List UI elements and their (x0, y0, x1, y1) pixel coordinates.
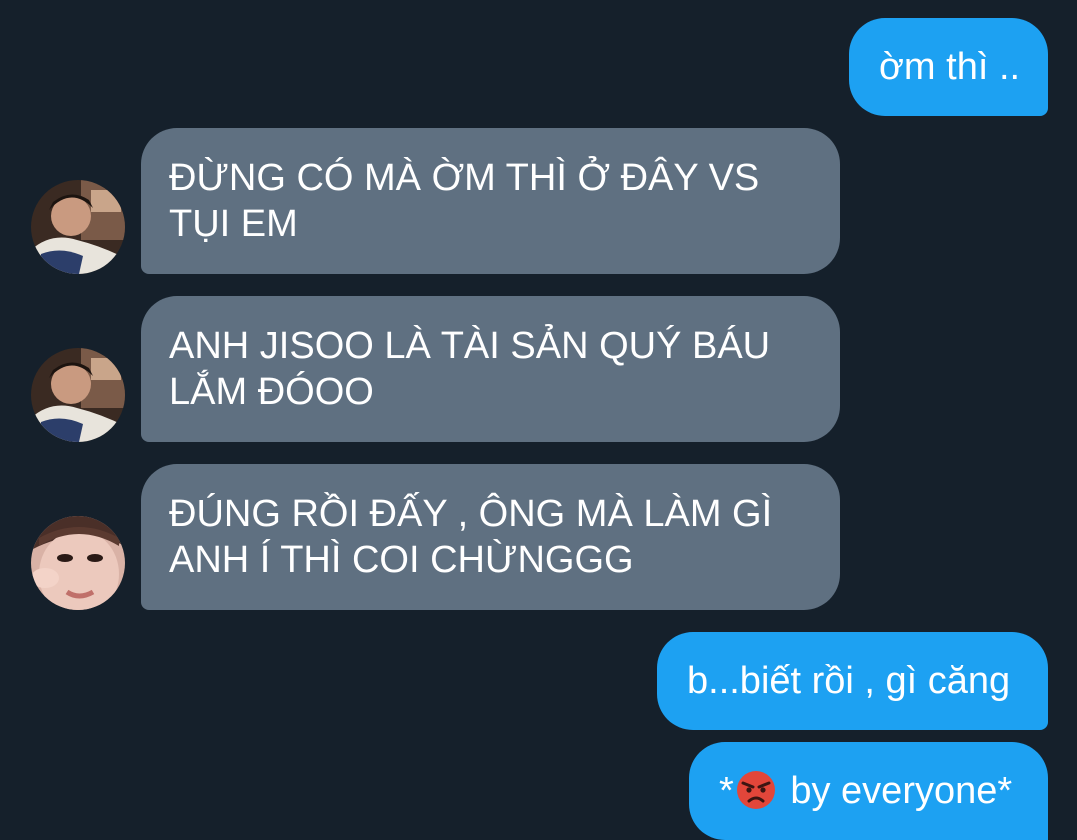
message-text: ĐỪNG CÓ MÀ ỜM THÌ Ở ĐÂY VS TỤI EM (169, 157, 760, 245)
received-message-bubble[interactable]: ĐỪNG CÓ MÀ ỜM THÌ Ở ĐÂY VS TỤI EM (141, 128, 840, 274)
sent-message-bubble[interactable]: b...biết rồi , gì căng (657, 632, 1048, 730)
sent-message-bubble[interactable]: * by everyone* (689, 742, 1048, 840)
avatar[interactable] (31, 180, 125, 274)
received-message-bubble[interactable]: ANH JISOO LÀ TÀI SẢN QUÝ BÁU LẮM ĐÓOO (141, 296, 840, 442)
message-text: ANH JISOO LÀ TÀI SẢN QUÝ BÁU LẮM ĐÓOO (169, 325, 771, 413)
message-text: ờm thì .. (879, 46, 1021, 88)
avatar-photo-icon (31, 180, 125, 274)
message-text: * by everyone* (719, 768, 1012, 814)
message-text: ĐÚNG RỒI ĐẤY , ÔNG MÀ LÀM GÌ ANH Í THÌ C… (169, 493, 773, 581)
message-text-suffix: by everyone* (779, 770, 1013, 812)
angry-face-emoji-icon (736, 771, 775, 809)
sent-message-bubble[interactable]: ờm thì .. (849, 18, 1048, 116)
avatar-photo-icon (31, 348, 125, 442)
chat-screen: { "colors": { "background": "#15202b", "… (0, 0, 1077, 840)
message-text-prefix: * (719, 770, 734, 812)
avatar[interactable] (31, 348, 125, 442)
avatar[interactable] (31, 516, 125, 610)
message-text: b...biết rồi , gì căng (687, 660, 1011, 702)
avatar-photo-icon (31, 516, 125, 610)
received-message-bubble[interactable]: ĐÚNG RỒI ĐẤY , ÔNG MÀ LÀM GÌ ANH Í THÌ C… (141, 464, 840, 610)
